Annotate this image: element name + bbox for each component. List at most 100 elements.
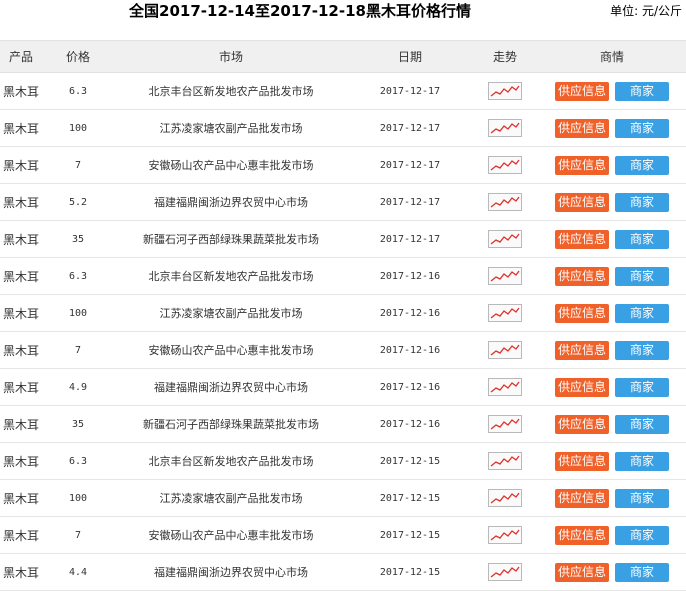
product-cell: 黑木耳 xyxy=(0,442,42,480)
table-row: 黑木耳 100 江苏凌家塘农副产品批发市场 2017-12-17 供应信息 商家 xyxy=(0,109,686,147)
date-cell: 2017-12-15 xyxy=(348,553,472,591)
merchant-button[interactable]: 商家 xyxy=(615,81,669,101)
trend-chart-icon[interactable] xyxy=(488,452,522,470)
date-cell: 2017-12-17 xyxy=(348,109,472,147)
date-cell: 2017-12-16 xyxy=(348,294,472,332)
supply-info-button[interactable]: 供应信息 xyxy=(555,451,609,471)
merchant-button[interactable]: 商家 xyxy=(615,414,669,434)
product-cell: 黑木耳 xyxy=(0,368,42,406)
merchant-button[interactable]: 商家 xyxy=(615,488,669,508)
table-row: 黑木耳 5.2 福建福鼎闽浙边界农贸中心市场 2017-12-17 供应信息 商家 xyxy=(0,183,686,221)
trend-chart-icon[interactable] xyxy=(488,156,522,174)
market-link[interactable]: 北京丰台区新发地农产品批发市场 xyxy=(114,442,348,480)
trend-cell xyxy=(472,220,538,258)
supply-info-button[interactable]: 供应信息 xyxy=(555,562,609,582)
business-cell: 供应信息 商家 xyxy=(538,331,686,369)
market-link[interactable]: 新疆石河子西部绿珠果蔬菜批发市场 xyxy=(114,405,348,443)
trend-chart-icon[interactable] xyxy=(488,563,522,581)
business-cell: 供应信息 商家 xyxy=(538,553,686,591)
market-link[interactable]: 江苏凌家塘农副产品批发市场 xyxy=(114,294,348,332)
trend-cell xyxy=(472,146,538,184)
market-link[interactable]: 福建福鼎闽浙边界农贸中心市场 xyxy=(114,183,348,221)
market-link[interactable]: 安徽砀山农产品中心惠丰批发市场 xyxy=(114,331,348,369)
table-row: 黑木耳 6.3 北京丰台区新发地农产品批发市场 2017-12-16 供应信息 商家 xyxy=(0,257,686,295)
table-row: 黑木耳 7 安徽砀山农产品中心惠丰批发市场 2017-12-17 供应信息 商家 xyxy=(0,146,686,184)
table-row: 黑木耳 6.3 北京丰台区新发地农产品批发市场 2017-12-17 供应信息 商家 xyxy=(0,72,686,110)
date-cell: 2017-12-16 xyxy=(348,368,472,406)
table-row: 黑木耳 6.3 北京丰台区新发地农产品批发市场 2017-12-15 供应信息 商家 xyxy=(0,442,686,480)
merchant-button[interactable]: 商家 xyxy=(615,229,669,249)
price-cell: 100 xyxy=(42,109,114,147)
business-cell: 供应信息 商家 xyxy=(538,257,686,295)
price-cell: 6.3 xyxy=(42,442,114,480)
market-link[interactable]: 北京丰台区新发地农产品批发市场 xyxy=(114,72,348,110)
supply-info-button[interactable]: 供应信息 xyxy=(555,81,609,101)
merchant-button[interactable]: 商家 xyxy=(615,377,669,397)
trend-chart-icon[interactable] xyxy=(488,119,522,137)
trend-chart-icon[interactable] xyxy=(488,193,522,211)
trend-chart-icon[interactable] xyxy=(488,415,522,433)
date-cell: 2017-12-16 xyxy=(348,257,472,295)
market-link[interactable]: 江苏凌家塘农副产品批发市场 xyxy=(114,479,348,517)
product-cell: 黑木耳 xyxy=(0,220,42,258)
trend-chart-icon[interactable] xyxy=(488,378,522,396)
merchant-button[interactable]: 商家 xyxy=(615,562,669,582)
trend-cell xyxy=(472,405,538,443)
supply-info-button[interactable]: 供应信息 xyxy=(555,118,609,138)
trend-chart-icon[interactable] xyxy=(488,267,522,285)
trend-cell xyxy=(472,294,538,332)
price-table: 产品 价格 市场 日期 走势 商情 黑木耳 6.3 北京丰台区新发地农产品批发市场 2… xyxy=(0,40,686,591)
market-link[interactable]: 新疆石河子西部绿珠果蔬菜批发市场 xyxy=(114,220,348,258)
merchant-button[interactable]: 商家 xyxy=(615,451,669,471)
market-link[interactable]: 福建福鼎闽浙边界农贸中心市场 xyxy=(114,368,348,406)
market-link[interactable]: 安徽砀山农产品中心惠丰批发市场 xyxy=(114,516,348,554)
trend-cell xyxy=(472,368,538,406)
merchant-button[interactable]: 商家 xyxy=(615,192,669,212)
supply-info-button[interactable]: 供应信息 xyxy=(555,155,609,175)
price-cell: 4.4 xyxy=(42,553,114,591)
merchant-button[interactable]: 商家 xyxy=(615,155,669,175)
supply-info-button[interactable]: 供应信息 xyxy=(555,192,609,212)
merchant-button[interactable]: 商家 xyxy=(615,266,669,286)
product-cell: 黑木耳 xyxy=(0,109,42,147)
merchant-button[interactable]: 商家 xyxy=(615,525,669,545)
table-row: 黑木耳 100 江苏凌家塘农副产品批发市场 2017-12-16 供应信息 商家 xyxy=(0,294,686,332)
price-cell: 4.9 xyxy=(42,368,114,406)
trend-chart-icon[interactable] xyxy=(488,489,522,507)
merchant-button[interactable]: 商家 xyxy=(615,303,669,323)
trend-cell xyxy=(472,72,538,110)
trend-cell xyxy=(472,516,538,554)
merchant-button[interactable]: 商家 xyxy=(615,118,669,138)
market-link[interactable]: 安徽砀山农产品中心惠丰批发市场 xyxy=(114,146,348,184)
table-body: 黑木耳 6.3 北京丰台区新发地农产品批发市场 2017-12-17 供应信息 商家 黑木耳… xyxy=(0,72,686,591)
supply-info-button[interactable]: 供应信息 xyxy=(555,266,609,286)
market-link[interactable]: 北京丰台区新发地农产品批发市场 xyxy=(114,257,348,295)
market-link[interactable]: 江苏凌家塘农副产品批发市场 xyxy=(114,109,348,147)
supply-info-button[interactable]: 供应信息 xyxy=(555,377,609,397)
trend-chart-icon[interactable] xyxy=(488,526,522,544)
trend-chart-icon[interactable] xyxy=(488,230,522,248)
column-header-business: 商情 xyxy=(538,40,686,73)
trend-cell xyxy=(472,553,538,591)
price-cell: 6.3 xyxy=(42,257,114,295)
column-header-market: 市场 xyxy=(114,40,348,73)
product-cell: 黑木耳 xyxy=(0,405,42,443)
supply-info-button[interactable]: 供应信息 xyxy=(555,525,609,545)
price-cell: 5.2 xyxy=(42,183,114,221)
product-cell: 黑木耳 xyxy=(0,516,42,554)
market-link[interactable]: 福建福鼎闽浙边界农贸中心市场 xyxy=(114,553,348,591)
price-cell: 35 xyxy=(42,405,114,443)
trend-chart-icon[interactable] xyxy=(488,82,522,100)
business-cell: 供应信息 商家 xyxy=(538,72,686,110)
supply-info-button[interactable]: 供应信息 xyxy=(555,229,609,249)
business-cell: 供应信息 商家 xyxy=(538,479,686,517)
table-row: 黑木耳 7 安徽砀山农产品中心惠丰批发市场 2017-12-15 供应信息 商家 xyxy=(0,516,686,554)
trend-chart-icon[interactable] xyxy=(488,304,522,322)
supply-info-button[interactable]: 供应信息 xyxy=(555,488,609,508)
trend-chart-icon[interactable] xyxy=(488,341,522,359)
supply-info-button[interactable]: 供应信息 xyxy=(555,340,609,360)
supply-info-button[interactable]: 供应信息 xyxy=(555,414,609,434)
merchant-button[interactable]: 商家 xyxy=(615,340,669,360)
supply-info-button[interactable]: 供应信息 xyxy=(555,303,609,323)
trend-cell xyxy=(472,331,538,369)
